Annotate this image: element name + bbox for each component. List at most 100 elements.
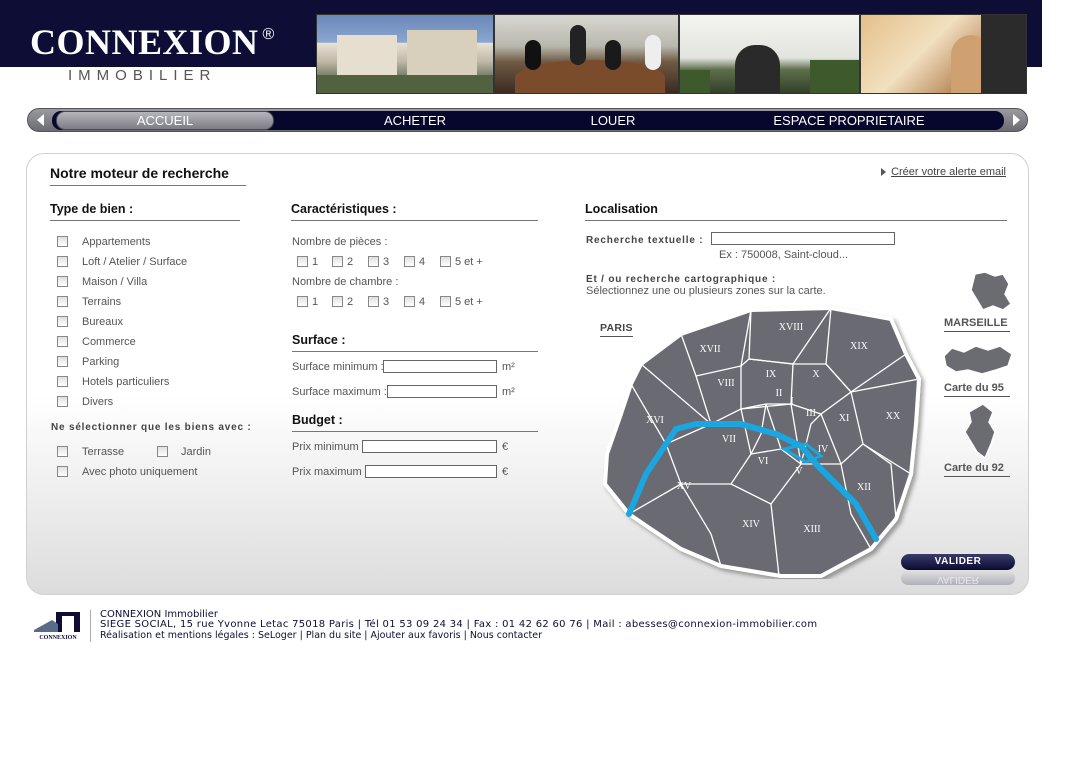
carte-92-map-icon[interactable] bbox=[961, 402, 1001, 460]
checkbox-pieces-2[interactable] bbox=[332, 256, 343, 267]
nav-bar-inner: ACCUEIL ACHETER LOUER ESPACE PROPRIETAIR… bbox=[52, 111, 1004, 130]
pieces-option-2: 2 bbox=[347, 256, 354, 268]
marseille-map-icon[interactable] bbox=[969, 270, 1013, 314]
type-label-divers: Divers bbox=[82, 396, 114, 408]
price-min-input[interactable] bbox=[362, 440, 497, 453]
chambres-option-2: 2 bbox=[347, 296, 354, 308]
arr-label-V[interactable]: V bbox=[795, 466, 803, 477]
paris-arrondissement-map[interactable]: I II III IV V VI VII VIII IX X XI XII XI… bbox=[601, 304, 931, 579]
arr-label-XI[interactable]: XI bbox=[839, 413, 850, 424]
arr-label-VII[interactable]: VII bbox=[722, 434, 736, 445]
carte-95-label[interactable]: Carte du 95 bbox=[944, 382, 1010, 397]
surface-max-label: Surface maximum : bbox=[292, 386, 387, 398]
main-navigation: ACCUEIL ACHETER LOUER ESPACE PROPRIETAIR… bbox=[27, 108, 1028, 132]
alert-arrow-icon bbox=[881, 168, 886, 176]
carte-92-label[interactable]: Carte du 92 bbox=[944, 462, 1010, 477]
checkbox-chambres-3[interactable] bbox=[368, 296, 379, 307]
site-logo[interactable]: CONNEXION ® bbox=[30, 24, 274, 60]
search-panel: Notre moteur de recherche Créer votre al… bbox=[26, 153, 1029, 595]
checkbox-commerce[interactable] bbox=[57, 336, 68, 347]
checkbox-appartements[interactable] bbox=[57, 236, 68, 247]
checkbox-chambres-5plus[interactable] bbox=[440, 296, 451, 307]
checkbox-pieces-4[interactable] bbox=[404, 256, 415, 267]
chambres-option-4: 4 bbox=[419, 296, 426, 308]
arr-label-X[interactable]: X bbox=[812, 369, 820, 380]
chambres-option-5plus: 5 et + bbox=[455, 296, 483, 308]
type-label-appartements: Appartements bbox=[82, 236, 151, 248]
pieces-option-1: 1 bbox=[312, 256, 319, 268]
arr-label-II[interactable]: II bbox=[776, 388, 783, 399]
header-photo-paris-building bbox=[316, 14, 494, 94]
checkbox-chambres-2[interactable] bbox=[332, 296, 343, 307]
surface-max-input[interactable] bbox=[387, 385, 497, 398]
marseille-label[interactable]: MARSEILLE bbox=[944, 317, 1010, 332]
checkbox-chambres-4[interactable] bbox=[404, 296, 415, 307]
surface-min-input[interactable] bbox=[383, 360, 497, 373]
arr-label-IV[interactable]: IV bbox=[818, 444, 829, 455]
arr-label-VIII[interactable]: VIII bbox=[717, 378, 734, 389]
pieces-option-3: 3 bbox=[383, 256, 390, 268]
logo-subtitle: IMMOBILIER bbox=[68, 67, 217, 84]
checkbox-pieces-3[interactable] bbox=[368, 256, 379, 267]
checkbox-hotels[interactable] bbox=[57, 376, 68, 387]
carto-title: Et / ou recherche cartographique : bbox=[586, 274, 777, 285]
arr-label-I[interactable]: I bbox=[790, 396, 793, 407]
text-search-input[interactable] bbox=[711, 232, 895, 245]
checkbox-loft[interactable] bbox=[57, 256, 68, 267]
arr-label-XVIII[interactable]: XVIII bbox=[779, 322, 803, 333]
checkbox-pieces-5plus[interactable] bbox=[440, 256, 451, 267]
submit-button[interactable]: VALIDER bbox=[901, 554, 1015, 570]
checkbox-pieces-1[interactable] bbox=[297, 256, 308, 267]
carte-95-map-icon[interactable] bbox=[942, 342, 1014, 378]
type-label-maison: Maison / Villa bbox=[82, 276, 148, 288]
arr-label-III[interactable]: III bbox=[806, 408, 816, 419]
email-alert-link[interactable]: Créer votre alerte email bbox=[891, 166, 1006, 178]
footer-separator bbox=[90, 610, 91, 642]
nav-item-espace-proprietaire[interactable]: ESPACE PROPRIETAIRE bbox=[754, 111, 944, 130]
price-max-label: Prix maximum : bbox=[292, 466, 368, 478]
checkbox-jardin[interactable] bbox=[157, 446, 168, 457]
checkbox-terrains[interactable] bbox=[57, 296, 68, 307]
footer-logo-text: CONNEXION bbox=[39, 635, 77, 641]
arr-label-XII[interactable]: XII bbox=[857, 482, 871, 493]
footer-logo-icon[interactable]: CONNEXION bbox=[32, 610, 84, 642]
surface-max-unit: m² bbox=[502, 386, 515, 398]
arr-label-XVI[interactable]: XVI bbox=[646, 415, 664, 426]
checkbox-divers[interactable] bbox=[57, 396, 68, 407]
arr-label-XV[interactable]: XV bbox=[677, 481, 692, 492]
checkbox-parking[interactable] bbox=[57, 356, 68, 367]
nav-right-arrow-icon[interactable] bbox=[1013, 114, 1020, 126]
arr-label-XVII[interactable]: XVII bbox=[699, 344, 720, 355]
type-label-loft: Loft / Atelier / Surface bbox=[82, 256, 188, 268]
checkbox-bureaux[interactable] bbox=[57, 316, 68, 327]
logo-main-text: CONNEXION bbox=[30, 22, 259, 62]
price-min-unit: € bbox=[502, 441, 509, 453]
nav-left-arrow-icon[interactable] bbox=[37, 114, 44, 126]
type-label-commerce: Commerce bbox=[82, 336, 136, 348]
checkbox-terrasse[interactable] bbox=[57, 446, 68, 457]
pieces-option-5plus: 5 et + bbox=[455, 256, 483, 268]
pieces-label: Nombre de pièces : bbox=[292, 236, 388, 248]
checkbox-chambres-1[interactable] bbox=[297, 296, 308, 307]
arr-label-XX[interactable]: XX bbox=[886, 411, 901, 422]
nav-item-accueil[interactable]: ACCUEIL bbox=[56, 111, 274, 130]
arr-label-IX[interactable]: IX bbox=[766, 369, 777, 380]
type-label-terrains: Terrains bbox=[82, 296, 122, 308]
chambres-option-3: 3 bbox=[383, 296, 390, 308]
checkbox-photo[interactable] bbox=[57, 466, 68, 477]
arr-label-XIX[interactable]: XIX bbox=[850, 341, 869, 352]
type-label-bureaux: Bureaux bbox=[82, 316, 123, 328]
header-photo-meeting bbox=[494, 14, 679, 94]
nav-item-acheter[interactable]: ACHETER bbox=[370, 111, 460, 130]
caracteristiques-title: Caractéristiques : bbox=[291, 202, 538, 221]
footer-links[interactable]: Réalisation et mentions légales : SeLoge… bbox=[100, 630, 542, 641]
nav-item-louer[interactable]: LOUER bbox=[568, 111, 658, 130]
checkbox-maison[interactable] bbox=[57, 276, 68, 287]
search-engine-title: Notre moteur de recherche bbox=[50, 165, 246, 186]
budget-title: Budget : bbox=[292, 413, 538, 432]
chambres-label: Nombre de chambre : bbox=[292, 276, 399, 288]
arr-label-XIV[interactable]: XIV bbox=[742, 519, 761, 530]
arr-label-XIII[interactable]: XIII bbox=[803, 524, 820, 535]
arr-label-VI[interactable]: VI bbox=[758, 456, 769, 467]
price-max-input[interactable] bbox=[365, 465, 497, 478]
